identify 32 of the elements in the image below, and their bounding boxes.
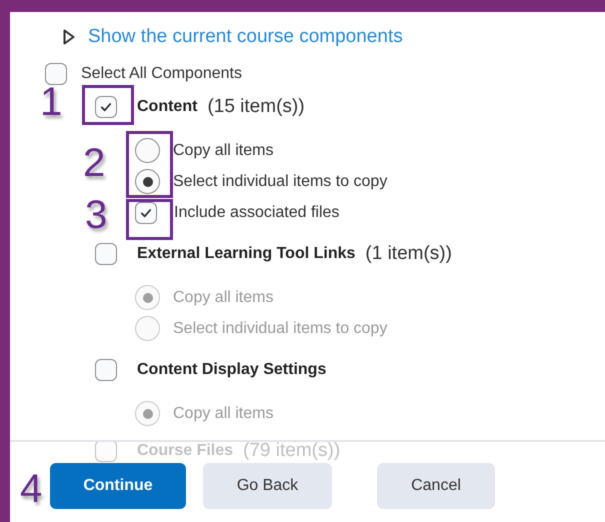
- radio-button[interactable]: [135, 138, 160, 163]
- option-label: Copy all items: [173, 288, 274, 306]
- option-label: Copy all items: [173, 404, 274, 422]
- checkbox[interactable]: [95, 440, 117, 462]
- item-count: (1 item(s)): [365, 243, 452, 265]
- option-label: Copy all items: [173, 142, 274, 160]
- checkbox[interactable]: [95, 359, 117, 381]
- step-number: 3: [85, 195, 108, 235]
- highlight-frame: [82, 85, 134, 125]
- component-name: Content Display Settings: [137, 361, 326, 379]
- item-count: (15 item(s)): [207, 96, 305, 118]
- component-name: Content: [137, 98, 198, 116]
- option-label: Select individual items to copy: [173, 172, 388, 190]
- item-count: (79 item(s)): [243, 440, 340, 462]
- checkbox-label: Include associated files: [174, 204, 340, 222]
- checkbox[interactable]: [45, 63, 67, 85]
- step-number: 2: [83, 143, 106, 183]
- checkbox[interactable]: [135, 202, 157, 224]
- action-button[interactable]: Continue: [50, 463, 186, 509]
- action-button[interactable]: Go Back: [203, 463, 332, 509]
- step-number: 4: [20, 469, 42, 509]
- action-button[interactable]: Cancel: [377, 463, 495, 509]
- radio-button[interactable]: [135, 169, 160, 194]
- step-number: 1: [40, 82, 62, 122]
- checkbox[interactable]: [95, 243, 117, 265]
- checkbox-label: Select All Components: [81, 65, 242, 83]
- option-label: Select individual items to copy: [173, 320, 388, 338]
- component-name: Course Files: [137, 442, 234, 460]
- expand-arrow-icon[interactable]: [63, 29, 75, 45]
- component-name: External Learning Tool Links: [137, 245, 356, 263]
- show-components-link[interactable]: Show the current course components: [88, 26, 403, 48]
- checkbox[interactable]: [95, 96, 117, 118]
